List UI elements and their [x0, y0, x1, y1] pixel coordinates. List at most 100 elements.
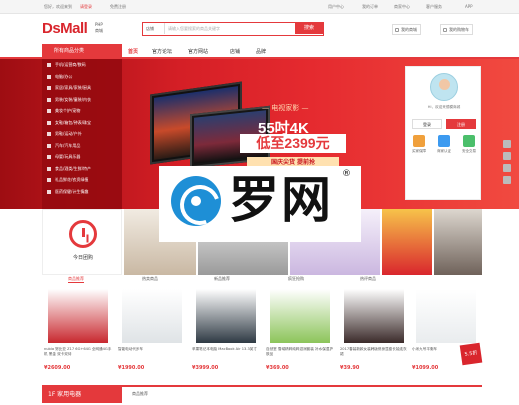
- product-name: 2017春装新款女装韩版修身显瘦长袖连衣裙: [340, 347, 407, 356]
- category-item[interactable]: 医药保健/计生情趣: [42, 186, 122, 198]
- user-icon: [395, 28, 399, 32]
- product-price: ¥1990.00: [118, 365, 145, 371]
- register-link[interactable]: 免费注册: [110, 4, 126, 10]
- header: DsMall PHP 商城 店铺 请输入您要搜索的商品关键字 搜索 我的商城 我…: [0, 14, 519, 42]
- registered-mark: ®: [342, 169, 351, 179]
- user-greeting: Hi，欢迎来德模商城: [427, 105, 461, 109]
- category-item[interactable]: 女鞋/箱包/钟表/珠宝: [42, 117, 122, 129]
- today-group-buy-label: 今日团购: [72, 255, 93, 261]
- history-side-icon[interactable]: [503, 164, 511, 172]
- product-price: ¥1099.00: [412, 365, 439, 371]
- nav-brand[interactable]: 品牌: [256, 48, 266, 55]
- today-group-buy[interactable]: 今日团购: [42, 209, 122, 275]
- aperture-icon: [171, 176, 221, 226]
- nav-store[interactable]: 店铺: [230, 48, 240, 55]
- secure-trade[interactable]: 安全交易: [460, 135, 478, 154]
- login-link[interactable]: 请登录: [80, 4, 92, 10]
- tab-recommended[interactable]: 商品推荐: [68, 276, 84, 283]
- product-card[interactable]: 自然堂 雪域精粹纯粹滋润套装 补水保湿护肤品 ¥369.00: [264, 287, 336, 379]
- register-button[interactable]: 注册: [446, 119, 476, 129]
- buyer-protection[interactable]: 买家保障: [410, 135, 428, 154]
- product-card[interactable]: nubia 努比亚 Z17 6G+64G 全网通4G手机 黑金 双卡双待 ¥26…: [42, 287, 114, 379]
- user-panel: Hi，欢迎来德模商城 登录 注册 买家保障 商家认证 安全交易: [405, 66, 481, 200]
- main-nav: 所有商品分类 首页 官方论坛 官方网站 店铺 品牌: [0, 42, 519, 59]
- category-item[interactable]: 家居/家具/家装/厨具: [42, 82, 122, 94]
- category-item[interactable]: 礼品鲜花/农资绿植: [42, 174, 122, 186]
- top-link-seller[interactable]: 商家中心: [394, 4, 410, 10]
- category-item[interactable]: 美妆个护/宠物: [42, 105, 122, 117]
- login-button[interactable]: 登录: [412, 119, 442, 129]
- product-price: ¥2609.00: [44, 365, 71, 371]
- top-link-service[interactable]: 客户服务: [426, 4, 442, 10]
- watermark-logo: 罗网 ®: [159, 166, 361, 242]
- top-link-user-center[interactable]: 用户中心: [328, 4, 344, 10]
- top-link-orders[interactable]: 我的订单: [362, 4, 378, 10]
- product-card[interactable]: 苹果笔记本电脑 MacBook Air 13.3英寸 ¥3999.00: [190, 287, 262, 379]
- my-account-label: 我的商城: [401, 27, 417, 32]
- product-tabs: 商品推荐 热卖商品 新品推荐 疯狂抢购 热评商品: [42, 276, 482, 286]
- category-item[interactable]: 食品/酒类/生鲜/特产: [42, 163, 122, 175]
- top-link-app[interactable]: APP: [465, 4, 473, 9]
- all-categories-button[interactable]: 所有商品分类: [42, 44, 122, 59]
- product-name: 智能电动代步车: [118, 347, 144, 351]
- category-item[interactable]: 男鞋/运动/户外: [42, 128, 122, 140]
- certificate-icon: [438, 135, 450, 147]
- seller-verified-label: 商家认证: [437, 149, 451, 153]
- nav-forum[interactable]: 官方论坛: [152, 48, 172, 55]
- cart-button[interactable]: 我的购物车: [440, 24, 473, 35]
- search-button[interactable]: 搜索: [295, 23, 323, 34]
- product-image: [122, 289, 182, 343]
- promo-tile-hot-sale[interactable]: [382, 209, 432, 275]
- top-side-icon[interactable]: [503, 176, 511, 184]
- product-price: ¥39.90: [340, 365, 360, 371]
- secure-trade-label: 安全交易: [462, 149, 476, 153]
- seller-verified[interactable]: 商家认证: [435, 135, 453, 154]
- search-box: 店铺 请输入您要搜索的商品关键字 搜索: [142, 22, 324, 36]
- cart-icon: [443, 28, 447, 32]
- product-name: 苹果笔记本电脑 MacBook Air 13.3英寸: [192, 347, 257, 351]
- floor-tab[interactable]: 商品推荐: [132, 391, 148, 397]
- my-account-button[interactable]: 我的商城: [392, 24, 421, 35]
- category-item[interactable]: 电脑/办公: [42, 71, 122, 83]
- category-item[interactable]: 母婴/玩具乐器: [42, 151, 122, 163]
- product-card[interactable]: 2017春装新款女装韩版修身显瘦长袖连衣裙 ¥39.90: [338, 287, 410, 379]
- product-image: [48, 289, 108, 343]
- tab-reviewed[interactable]: 热评商品: [360, 276, 376, 282]
- product-card[interactable]: 智能电动代步车 ¥1990.00: [116, 287, 188, 379]
- product-price: ¥3999.00: [192, 365, 219, 371]
- discount-badge: 5.5折: [459, 342, 483, 366]
- welcome-text: 您好，欢迎来到: [44, 4, 72, 9]
- cart-side-icon[interactable]: [503, 140, 511, 148]
- floor-title[interactable]: 1F 家用电器: [42, 387, 122, 403]
- category-menu: 手机/运营商/数码 电脑/办公 家居/家具/家装/厨具 男装/女装/童装/内衣 …: [42, 59, 122, 209]
- product-card[interactable]: 小米九号平衡车 ¥1099.00: [410, 287, 482, 379]
- product-image: [416, 289, 476, 343]
- lock-icon: [463, 135, 475, 147]
- search-input[interactable]: 请输入您要搜索的商品关键字: [168, 23, 220, 34]
- tab-hot[interactable]: 热卖商品: [142, 276, 158, 282]
- banner-tagline: — 电视家影 —: [262, 104, 309, 112]
- product-row: nubia 努比亚 Z17 6G+64G 全网通4G手机 黑金 双卡双待 ¥26…: [42, 287, 482, 379]
- search-category-select[interactable]: 店铺: [143, 23, 165, 34]
- watermark-text: 罗网: [229, 171, 333, 229]
- favorite-side-icon[interactable]: [503, 152, 511, 160]
- floor-header: 1F 家用电器 商品推荐: [42, 385, 482, 405]
- category-item[interactable]: 男装/女装/童装/内衣: [42, 94, 122, 106]
- category-item[interactable]: 汽车/汽车用品: [42, 140, 122, 152]
- nav-home[interactable]: 首页: [128, 48, 138, 55]
- category-item[interactable]: 手机/运营商/数码: [42, 59, 122, 71]
- logo-subtitle: PHP 商城: [95, 22, 103, 34]
- product-price: ¥369.00: [266, 365, 289, 371]
- tab-flash[interactable]: 疯狂抢购: [288, 276, 304, 282]
- product-image: [270, 289, 330, 343]
- top-bar: 您好，欢迎来到 请登录 免费注册 用户中心 我的订单 商家中心 客户服务 APP: [0, 0, 519, 14]
- product-name: 自然堂 雪域精粹纯粹滋润套装 补水保湿护肤品: [266, 347, 333, 356]
- avatar: [430, 73, 458, 101]
- product-image: [344, 289, 404, 343]
- promo-tile-fashion[interactable]: [434, 209, 482, 275]
- nav-official-site[interactable]: 官方网站: [188, 48, 208, 55]
- cart-label: 我的购物车: [449, 27, 469, 32]
- site-logo[interactable]: DsMall: [42, 20, 88, 37]
- buyer-protection-label: 买家保障: [412, 149, 426, 153]
- tab-new[interactable]: 新品推荐: [214, 276, 230, 282]
